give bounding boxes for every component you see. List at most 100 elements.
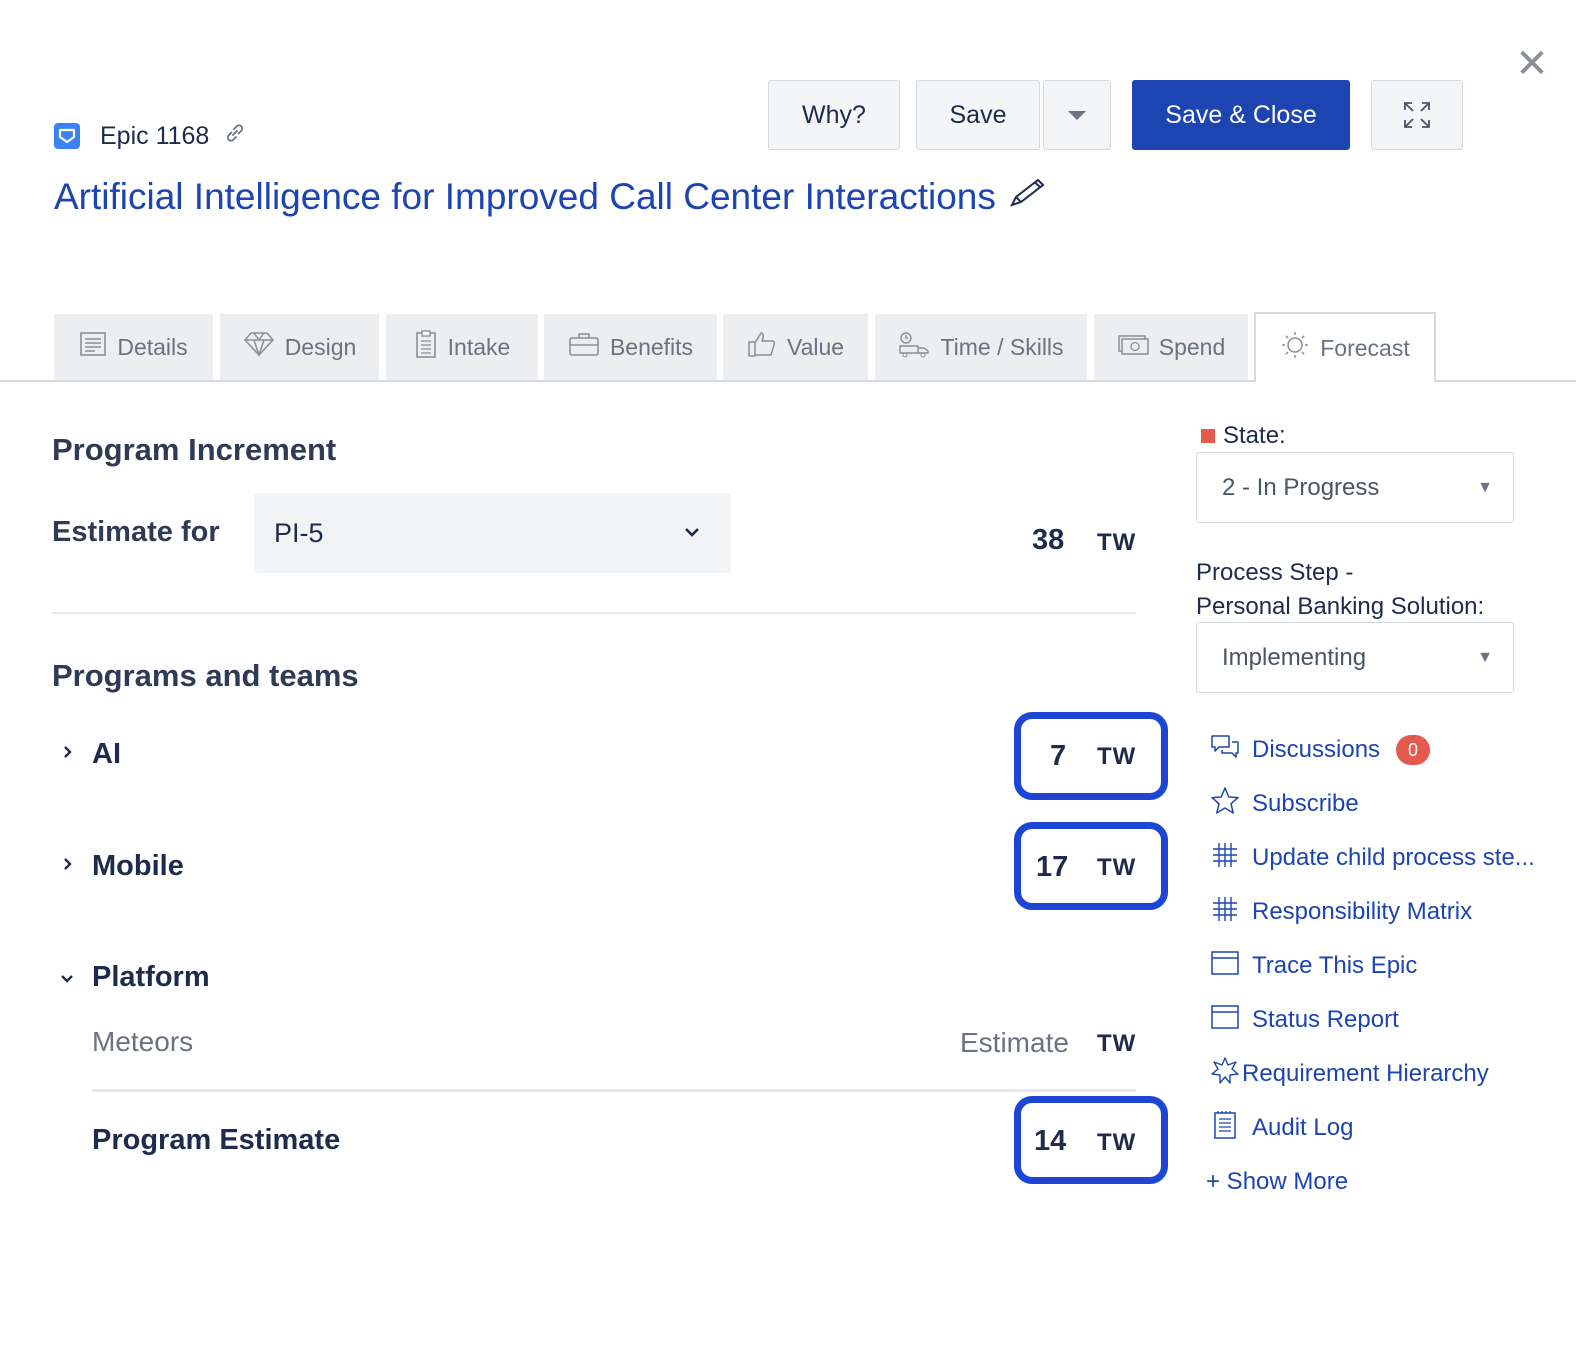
section-divider xyxy=(52,612,1136,614)
process-step-select[interactable]: Implementing ▼ xyxy=(1196,622,1514,693)
responsibility-matrix-link[interactable]: Responsibility Matrix xyxy=(1210,895,1472,929)
program-row-mobile[interactable]: Mobile xyxy=(92,850,184,883)
tab-label: Intake xyxy=(447,333,511,360)
requirement-hierarchy-link[interactable]: Requirement Hierarchy xyxy=(1210,1056,1489,1093)
tab-details[interactable]: Details xyxy=(54,314,213,380)
epic-id-row: Epic 1168 xyxy=(54,120,247,152)
programs-heading: Programs and teams xyxy=(52,658,359,693)
tab-forecast[interactable]: Forecast xyxy=(1254,312,1436,382)
discussions-link[interactable]: Discussions 0 xyxy=(1210,733,1431,767)
clipboard-icon xyxy=(414,329,438,366)
tab-benefits[interactable]: Benefits xyxy=(544,314,717,380)
caret-down-icon xyxy=(1068,110,1086,120)
tab-label: Time / Skills xyxy=(940,333,1064,360)
show-more-link[interactable]: + Show More xyxy=(1206,1165,1348,1199)
mobile-estimate-unit: TW xyxy=(1097,854,1137,881)
expand-chevron-icon[interactable] xyxy=(62,743,74,766)
save-options-dropdown[interactable] xyxy=(1043,80,1111,150)
money-icon xyxy=(1117,332,1149,363)
edit-pencil-icon[interactable] xyxy=(1008,177,1046,217)
title-row: Artificial Intelligence for Improved Cal… xyxy=(54,176,1046,218)
platform-divider xyxy=(92,1089,1136,1092)
collapse-chevron-icon[interactable] xyxy=(59,968,75,991)
program-estimate-unit: TW xyxy=(1097,1129,1137,1156)
state-select[interactable]: 2 - In Progress ▼ xyxy=(1196,452,1514,523)
meteors-estimate-unit: TW xyxy=(1097,1030,1137,1057)
process-step-label-line1: Process Step - xyxy=(1196,559,1354,586)
sun-icon xyxy=(1280,330,1310,367)
caret-down-icon: ▼ xyxy=(1477,479,1493,496)
pi-total-unit: TW xyxy=(1097,529,1137,556)
tab-label: Design xyxy=(284,333,357,360)
tab-label: Value xyxy=(786,333,845,360)
requirement-hierarchy-label: Requirement Hierarchy xyxy=(1242,1060,1489,1087)
page-title: Artificial Intelligence for Improved Cal… xyxy=(54,176,996,217)
program-estimate-label: Program Estimate xyxy=(92,1124,341,1156)
pi-select[interactable]: PI-5 xyxy=(254,493,731,573)
details-icon xyxy=(79,330,107,365)
state-label-text: State: xyxy=(1223,422,1286,449)
grid-icon xyxy=(1210,841,1240,876)
star-icon xyxy=(1210,786,1240,823)
tab-label: Details xyxy=(117,333,188,360)
trace-epic-link[interactable]: Trace This Epic xyxy=(1210,949,1417,983)
briefcase-icon xyxy=(568,331,600,364)
state-select-value: 2 - In Progress xyxy=(1222,473,1380,501)
epic-id: Epic 1168 xyxy=(100,121,210,150)
window-icon xyxy=(1210,950,1240,983)
tab-label: Spend xyxy=(1158,333,1226,360)
process-step-label: Process Step - Personal Banking Solution… xyxy=(1196,556,1484,624)
thumbs-up-icon xyxy=(747,330,777,365)
link-icon[interactable] xyxy=(223,121,247,151)
hierarchy-icon xyxy=(1210,1056,1240,1093)
audit-log-label: Audit Log xyxy=(1252,1114,1354,1141)
responsibility-matrix-label: Responsibility Matrix xyxy=(1252,898,1473,925)
expand-icon xyxy=(1404,102,1430,128)
tab-label: Benefits xyxy=(609,333,694,360)
expand-chevron-icon[interactable] xyxy=(62,855,74,878)
save-button[interactable]: Save xyxy=(916,80,1040,150)
log-icon xyxy=(1210,1110,1240,1147)
update-child-process-link[interactable]: Update child process ste... xyxy=(1210,841,1535,875)
diamond-icon xyxy=(243,331,275,364)
status-report-link[interactable]: Status Report xyxy=(1210,1003,1399,1037)
tab-label: Forecast xyxy=(1320,334,1410,361)
pi-select-value: PI-5 xyxy=(274,517,324,548)
state-color-marker xyxy=(1201,429,1215,443)
epic-type-icon xyxy=(54,123,80,149)
chevron-down-icon xyxy=(683,521,701,544)
program-estimate-value: 14 xyxy=(1034,1125,1067,1157)
ai-estimate-value: 7 xyxy=(1050,740,1067,772)
audit-log-link[interactable]: Audit Log xyxy=(1210,1110,1354,1147)
caret-down-icon: ▼ xyxy=(1477,649,1493,666)
tab-design[interactable]: Design xyxy=(220,314,379,380)
discussions-label: Discussions xyxy=(1252,736,1381,763)
tab-value[interactable]: Value xyxy=(723,314,868,380)
grid-icon xyxy=(1210,895,1240,930)
close-icon[interactable]: ✕ xyxy=(1514,44,1550,84)
trace-epic-label: Trace This Epic xyxy=(1252,952,1418,979)
program-row-platform[interactable]: Platform xyxy=(92,961,210,994)
state-label: State: xyxy=(1201,422,1286,450)
why-button[interactable]: Why? xyxy=(768,80,900,150)
tab-time-skills[interactable]: Time / Skills xyxy=(875,314,1087,380)
process-step-label-line2: Personal Banking Solution: xyxy=(1196,593,1485,620)
ai-estimate-highlight xyxy=(1014,712,1168,800)
process-step-select-value: Implementing xyxy=(1222,643,1367,671)
truck-icon xyxy=(898,330,930,365)
expand-button[interactable] xyxy=(1371,80,1463,150)
save-close-button[interactable]: Save & Close xyxy=(1132,80,1350,150)
subscribe-label: Subscribe xyxy=(1252,790,1359,817)
update-child-process-label: Update child process ste... xyxy=(1252,844,1535,871)
program-row-ai[interactable]: AI xyxy=(92,738,121,771)
tab-spend[interactable]: Spend xyxy=(1094,314,1248,380)
team-meteors: Meteors xyxy=(92,1026,194,1057)
program-increment-heading: Program Increment xyxy=(52,432,337,467)
pi-total-value: 38 xyxy=(1032,524,1065,556)
meteors-estimate-input[interactable]: Estimate xyxy=(960,1027,1069,1059)
tab-intake[interactable]: Intake xyxy=(386,314,538,380)
ai-estimate-unit: TW xyxy=(1097,743,1137,770)
estimate-for-label: Estimate for xyxy=(52,516,220,548)
discussions-count-badge: 0 xyxy=(1396,735,1431,765)
subscribe-link[interactable]: Subscribe xyxy=(1210,786,1359,823)
